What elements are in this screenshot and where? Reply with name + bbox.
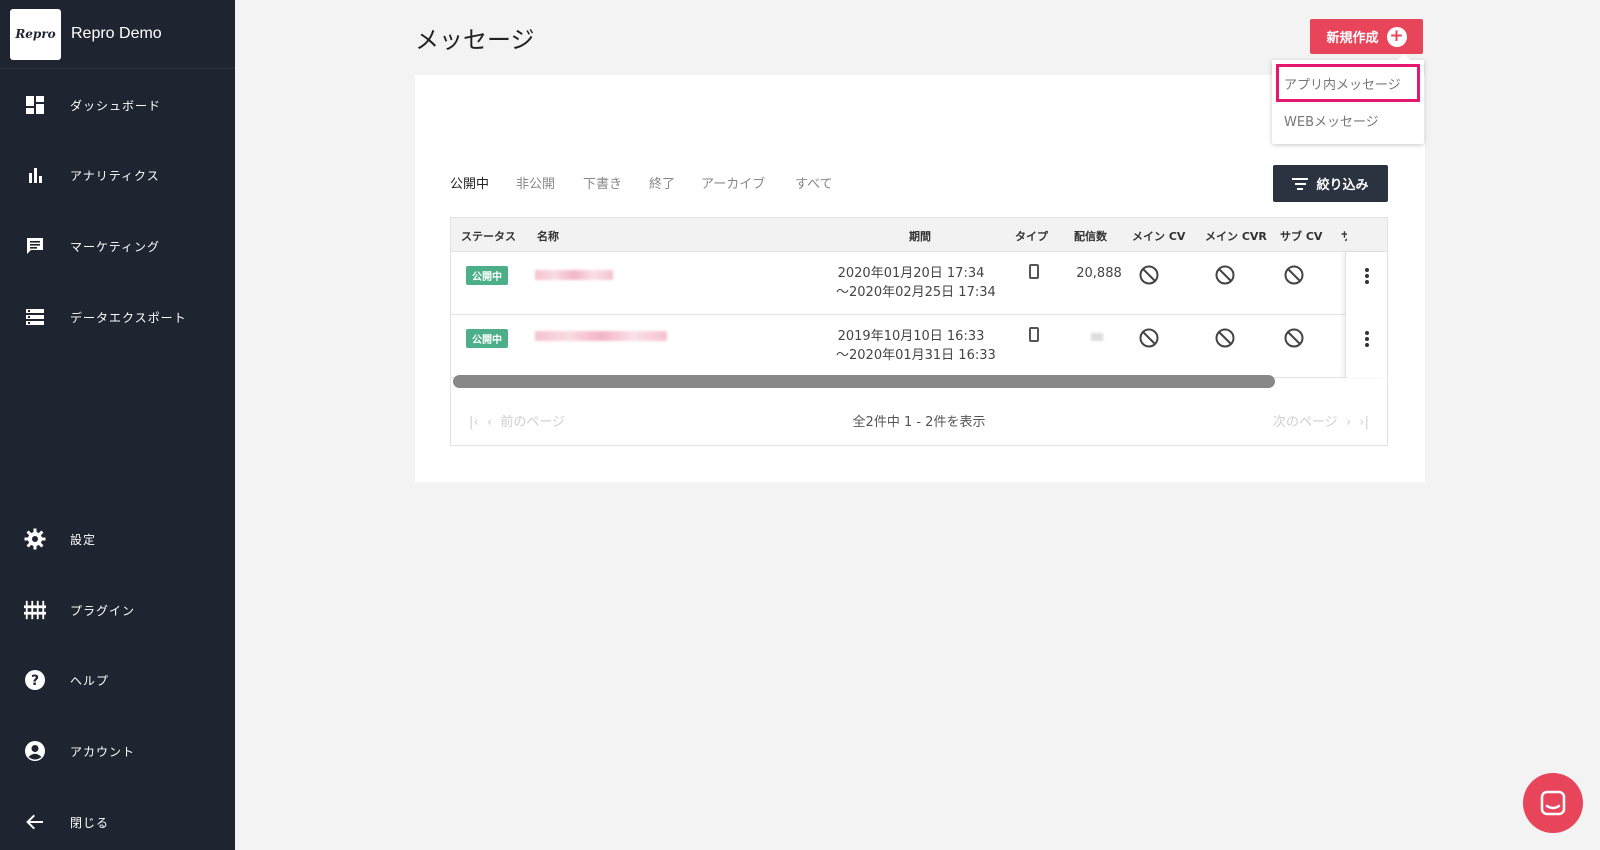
deliveries-redacted xyxy=(1091,333,1103,341)
column-type[interactable]: タイプ xyxy=(1015,228,1048,244)
column-status[interactable]: ステータス xyxy=(461,228,516,244)
column-period[interactable]: 期間 xyxy=(909,228,931,244)
not-set-icon xyxy=(1139,328,1159,348)
next-page-label: 次のページ xyxy=(1272,415,1338,430)
sidebar-item-label: プラグイン xyxy=(70,603,136,618)
sidebar-item-help[interactable]: ? ヘルプ xyxy=(0,660,235,700)
chat-launcher-button[interactable] xyxy=(1523,773,1583,833)
tab-unpublished[interactable]: 非公開 xyxy=(516,173,555,192)
more-options-icon[interactable] xyxy=(1365,329,1369,349)
sidebar-item-label: アカウント xyxy=(70,744,136,759)
sidebar-item-dashboard[interactable]: ダッシュボード xyxy=(0,85,235,125)
smartphone-icon xyxy=(1029,327,1039,342)
sidebar-item-data-export[interactable]: データエクスポート xyxy=(0,297,235,337)
column-sub-cv[interactable]: サブ CV xyxy=(1280,228,1322,244)
sidebar-item-label: ダッシュボード xyxy=(70,98,162,113)
account-icon xyxy=(24,740,46,762)
filter-button-label: 絞り込み xyxy=(1316,178,1369,193)
smartphone-icon xyxy=(1029,264,1039,279)
plugin-icon xyxy=(24,599,46,621)
period-start: 2020年01月20日 17:34 xyxy=(837,266,985,281)
column-main-cv[interactable]: メイン CV xyxy=(1132,228,1185,244)
sidebar-item-label: ヘルプ xyxy=(70,673,110,688)
message-icon xyxy=(24,235,46,257)
not-set-icon xyxy=(1215,265,1235,285)
not-set-icon xyxy=(1284,265,1304,285)
column-truncated[interactable]: サ xyxy=(1341,228,1347,244)
status-badge: 公開中 xyxy=(466,329,508,348)
column-name[interactable]: 名称 xyxy=(537,228,559,244)
filter-icon xyxy=(1292,176,1309,191)
sidebar-item-settings[interactable]: 設定 xyxy=(0,519,235,559)
filter-button[interactable]: 絞り込み xyxy=(1273,165,1388,202)
brand: Repro Repro Demo xyxy=(0,0,235,69)
horizontal-scrollbar[interactable] xyxy=(453,375,1275,388)
chat-icon xyxy=(1540,790,1566,816)
app-name: Repro Demo xyxy=(71,25,162,42)
tab-draft[interactable]: 下書き xyxy=(583,173,622,192)
dropdown-item-web-message[interactable]: WEBメッセージ xyxy=(1272,102,1424,138)
sidebar-item-close[interactable]: 閉じる xyxy=(0,802,235,842)
plus-icon: + xyxy=(1386,26,1407,47)
sidebar-item-plugins[interactable]: プラグイン xyxy=(0,590,235,630)
dashboard-icon xyxy=(24,94,46,116)
arrow-left-icon xyxy=(24,811,46,833)
bar-chart-icon xyxy=(24,164,46,186)
sidebar-item-account[interactable]: アカウント xyxy=(0,731,235,771)
message-name-redacted[interactable] xyxy=(535,331,667,341)
new-message-dropdown: アプリ内メッセージ WEBメッセージ xyxy=(1272,54,1424,144)
pagination: |‹ ‹ 前のページ 全2件中 1 - 2件を表示 次のページ › ›| xyxy=(451,388,1387,445)
page-title: メッセージ xyxy=(415,26,535,54)
table-row[interactable]: 公開中 2020年01月20日 17:34 〜2020年02月25日 17:34… xyxy=(451,252,1347,315)
tab-all[interactable]: すべて xyxy=(795,173,833,192)
sidebar-item-marketing[interactable]: マーケティング xyxy=(0,226,235,266)
svg-text:?: ? xyxy=(31,673,39,689)
repro-logo[interactable]: Repro xyxy=(10,8,61,60)
status-badge: 公開中 xyxy=(466,266,508,285)
sidebar-item-analytics[interactable]: アナリティクス xyxy=(0,155,235,195)
sidebar-item-label: 閉じる xyxy=(70,815,110,830)
sidebar-item-label: アナリティクス xyxy=(70,168,160,183)
new-message-button[interactable]: 新規作成 + xyxy=(1310,19,1423,54)
deliveries-count: 20,888 xyxy=(1076,266,1122,281)
messages-table: ステータス 名称 期間 タイプ 配信数 メイン CV メイン CVR サブ CV… xyxy=(450,217,1388,446)
period-end: 〜2020年01月31日 16:33 xyxy=(836,348,996,363)
storage-icon xyxy=(24,306,46,328)
tab-ended[interactable]: 終了 xyxy=(649,173,675,192)
column-deliveries[interactable]: 配信数 xyxy=(1074,228,1107,244)
new-button-label: 新規作成 xyxy=(1326,31,1379,46)
gear-icon xyxy=(24,528,46,550)
period: 2020年01月20日 17:34 〜2020年02月25日 17:34 xyxy=(836,264,996,302)
row-actions-column xyxy=(1345,252,1387,377)
sidebar: Repro Repro Demo ダッシュボード アナリティクス マーケティング… xyxy=(0,0,235,850)
not-set-icon xyxy=(1284,328,1304,348)
not-set-icon xyxy=(1139,265,1159,285)
next-page-link[interactable]: 次のページ › ›| xyxy=(1273,411,1369,430)
table-row[interactable]: 公開中 2019年10月10日 16:33 〜2020年01月31日 16:33 xyxy=(451,315,1347,378)
message-name-redacted[interactable] xyxy=(535,270,613,280)
dropdown-item-in-app-message[interactable]: アプリ内メッセージ xyxy=(1276,64,1420,102)
period: 2019年10月10日 16:33 〜2020年01月31日 16:33 xyxy=(836,327,996,365)
period-end: 〜2020年02月25日 17:34 xyxy=(836,285,996,300)
sidebar-item-label: 設定 xyxy=(70,532,97,547)
sidebar-item-label: データエクスポート xyxy=(70,310,187,325)
column-main-cvr[interactable]: メイン CVR xyxy=(1205,228,1267,244)
period-start: 2019年10月10日 16:33 xyxy=(837,329,985,344)
sidebar-item-label: マーケティング xyxy=(70,239,161,254)
tab-archive[interactable]: アーカイブ xyxy=(701,173,765,192)
tab-published[interactable]: 公開中 xyxy=(450,173,489,192)
help-icon: ? xyxy=(24,669,46,691)
pagination-info: 全2件中 1 - 2件を表示 xyxy=(852,415,986,430)
not-set-icon xyxy=(1215,328,1235,348)
table-header: ステータス 名称 期間 タイプ 配信数 メイン CV メイン CVR サブ CV… xyxy=(451,218,1387,252)
more-options-icon[interactable] xyxy=(1365,266,1369,286)
